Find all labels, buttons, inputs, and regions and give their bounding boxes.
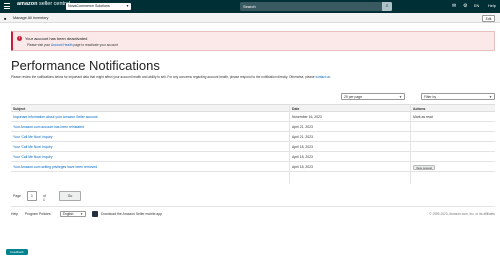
notification-subject-link[interactable]: Your 'Call Me Now' Inquiry — [13, 132, 52, 142]
edit-button[interactable]: Edit — [482, 14, 495, 22]
notification-subject-link[interactable]: Your Amazon.com account has been reinsta… — [13, 122, 84, 132]
help-link[interactable]: Help — [488, 3, 496, 10]
mark-as-read-link[interactable]: Mark as read — [413, 112, 433, 122]
go-button[interactable]: Go — [59, 191, 81, 201]
search-placeholder: Search — [243, 4, 256, 9]
account-deactivated-alert: ! Your account has been deactivated Plea… — [11, 31, 495, 51]
alert-text: Please visit your Account Health page to… — [27, 43, 118, 47]
top-navigation-bar: amazon seller central NovaCommerce Solut… — [0, 0, 500, 13]
footer-language-value: English — [63, 212, 74, 216]
alert-title: Your account has been deactivated — [25, 36, 88, 41]
page-label: Page — [13, 194, 21, 198]
filter-by-value: Filter by — [424, 95, 437, 99]
search-button[interactable]: ⌕ — [382, 2, 392, 11]
alert-text-suffix: page to reactivate your account — [73, 43, 118, 47]
table-row: Your 'Call Me Now' Inquiry April 18, 202… — [11, 142, 495, 152]
column-divider — [410, 104, 411, 184]
filter-by-select[interactable]: Filter by ▼ — [421, 93, 495, 100]
language-selector[interactable]: EN — [474, 3, 479, 10]
chevron-down-icon: ▼ — [125, 4, 129, 8]
table-row: Your Amazon.com account has been reinsta… — [11, 122, 495, 132]
notification-subject-link[interactable]: Your 'Call Me Now' Inquiry — [13, 152, 52, 162]
bookmark-icon: ■ — [4, 15, 7, 21]
mobile-app-icon — [92, 211, 98, 217]
notification-subject-link[interactable]: Your Amazon.com selling privileges have … — [13, 162, 97, 172]
notification-subject-link[interactable]: Your 'Call Me Now' Inquiry — [13, 142, 52, 152]
account-health-link[interactable]: Account Health — [51, 43, 73, 47]
mail-icon[interactable]: ✉ — [452, 3, 456, 10]
table-row: Your 'Call Me Now' Inquiry April 18, 202… — [11, 152, 495, 162]
notification-date: April 21, 2023 — [292, 125, 313, 129]
copyright: © 1999-2023, Amazon.com, Inc. or its aff… — [429, 212, 495, 216]
table-row: Important information about your Amazon … — [11, 112, 495, 122]
manage-inventory-link[interactable]: Manage All Inventory — [13, 15, 48, 21]
table-row: Your 'Call Me Now' Inquiry April 21, 202… — [11, 132, 495, 142]
view-request-button[interactable]: View request — [413, 164, 435, 170]
bookmark-bar: ■ Manage All Inventory Edit — [0, 13, 500, 23]
footer: Help Program Policies English ▼ Download… — [11, 211, 495, 219]
seller-central-logo[interactable]: amazon seller central — [17, 1, 70, 8]
feedback-button[interactable]: Feedback — [6, 249, 28, 255]
column-divider — [289, 104, 290, 184]
table-row: Your Amazon.com selling privileges have … — [11, 162, 495, 172]
chevron-down-icon: ▼ — [399, 95, 402, 99]
store-name: NovaCommerce Solutions — [68, 4, 110, 8]
chevron-down-icon: ▼ — [489, 95, 492, 99]
search-input[interactable]: Search ⌕ — [240, 2, 392, 11]
mobile-app-link[interactable]: Download the Amazon Seller mobile app — [101, 212, 162, 216]
notification-subject-link[interactable]: Important information about your Amazon … — [13, 112, 98, 122]
notification-date: April 18, 2023 — [292, 155, 313, 159]
page-number-input[interactable]: 1 — [27, 191, 37, 201]
notification-date: April 18, 2023 — [292, 165, 313, 169]
page-of-label: of 1 — [43, 194, 46, 202]
hamburger-menu-icon[interactable] — [4, 3, 10, 9]
gear-icon[interactable]: ⚙ — [463, 3, 467, 10]
alert-text-prefix: Please visit your — [27, 43, 51, 47]
search-icon: ⌕ — [385, 3, 389, 9]
table-header: Subject Date Actions — [11, 104, 495, 112]
logo-brand: amazon — [17, 1, 38, 7]
notifications-table: Subject Date Actions Important informati… — [11, 104, 495, 172]
store-selector[interactable]: NovaCommerce Solutions ▼ — [66, 3, 131, 10]
alert-icon: ! — [17, 36, 22, 41]
intro-text: Please review the notifications below fo… — [11, 75, 491, 79]
page-title: Performance Notifications — [11, 58, 160, 73]
intro-end: . — [330, 75, 331, 79]
footer-language-select[interactable]: English ▼ — [60, 211, 86, 217]
program-policies-link[interactable]: Program Policies — [25, 212, 51, 216]
footer-divider — [11, 206, 495, 207]
chevron-down-icon: ▼ — [80, 212, 83, 216]
footer-help-link[interactable]: Help — [11, 212, 18, 216]
notification-date: April 18, 2023 — [292, 145, 313, 149]
intro-body: Please review the notifications below fo… — [11, 75, 315, 79]
notification-date: April 21, 2023 — [292, 135, 313, 139]
per-page-value: 25 per page — [344, 95, 363, 99]
per-page-select[interactable]: 25 per page ▼ — [341, 93, 405, 100]
contact-us-link[interactable]: contact us — [315, 75, 330, 79]
notification-date: November 16, 2023 — [292, 115, 322, 119]
